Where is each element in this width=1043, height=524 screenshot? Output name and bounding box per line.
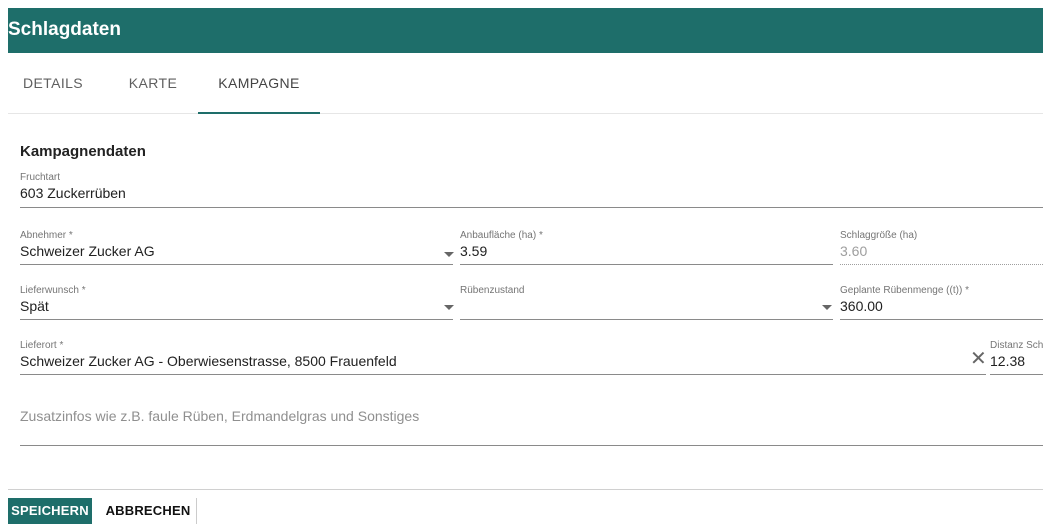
geplante-menge-value: 360.00 (840, 298, 883, 314)
app-header: Schlagdaten (8, 8, 1043, 53)
geplante-menge-input[interactable]: Geplante Rübenmenge ((t)) * 360.00 (840, 285, 1043, 320)
fruchtart-underline (20, 207, 1043, 208)
geplante-menge-label: Geplante Rübenmenge ((t)) * (840, 285, 969, 296)
cancel-button[interactable]: ABBRECHEN (100, 498, 197, 524)
zusatzinfos-placeholder: Zusatzinfos wie z.B. faule Rüben, Erdman… (20, 408, 420, 424)
tab-kampagne[interactable]: KAMPAGNE (198, 53, 320, 114)
abnehmer-dropdown-arrow-icon[interactable] (444, 252, 454, 257)
distanz-underline (990, 374, 1043, 375)
anbauflaeche-label: Anbaufläche (ha) * (460, 230, 543, 241)
distanz-label: Distanz Sch (990, 340, 1043, 351)
anbauflaeche-underline (460, 264, 833, 265)
tab-details[interactable]: DETAILS (21, 53, 85, 113)
schlaggroesse-field: Schlaggröße (ha) 3.60 (840, 230, 1043, 265)
tab-bar: DETAILS KARTE KAMPAGNE (8, 53, 1043, 114)
lieferort-underline (20, 374, 986, 375)
schlaggroesse-value: 3.60 (840, 243, 868, 259)
clear-lieferort-icon[interactable]: ✕ (970, 349, 987, 369)
lieferwunsch-underline (20, 319, 453, 320)
fruchtart-label: Fruchtart (20, 172, 61, 183)
page-title: Schlagdaten (8, 19, 121, 40)
lieferwunsch-dropdown-arrow-icon[interactable] (444, 305, 454, 310)
save-button[interactable]: SPEICHERN (8, 498, 92, 524)
tab-karte[interactable]: KARTE (128, 53, 178, 113)
distanz-field[interactable]: Distanz Sch 12.38 (990, 340, 1043, 375)
lieferort-label: Lieferort * (20, 340, 64, 351)
zusatzinfos-underline (20, 445, 1043, 446)
lieferort-input[interactable]: Lieferort * Schweizer Zucker AG - Oberwi… (20, 340, 986, 375)
section-title: Kampagnendaten (20, 143, 146, 160)
geplante-menge-underline (840, 319, 1043, 320)
abnehmer-underline (20, 264, 453, 265)
schlaggroesse-label: Schlaggröße (ha) (840, 230, 918, 241)
ruebenzustand-underline (460, 319, 833, 320)
lieferort-value: Schweizer Zucker AG - Oberwiesenstrasse,… (20, 353, 397, 369)
ruebenzustand-select[interactable]: Rübenzustand (460, 285, 833, 320)
schlaggroesse-underline (840, 264, 1043, 265)
anbauflaeche-input[interactable]: Anbaufläche (ha) * 3.59 (460, 230, 833, 265)
fruchtart-value: 603 Zuckerrüben (20, 185, 126, 201)
lieferwunsch-select[interactable]: Lieferwunsch * Spät (20, 285, 453, 320)
footer-divider (8, 489, 1043, 490)
abnehmer-select[interactable]: Abnehmer * Schweizer Zucker AG (20, 230, 453, 265)
lieferwunsch-value: Spät (20, 298, 49, 314)
lieferwunsch-label: Lieferwunsch * (20, 285, 86, 296)
zusatzinfos-textarea[interactable]: Zusatzinfos wie z.B. faule Rüben, Erdman… (20, 400, 1043, 446)
anbauflaeche-value: 3.59 (460, 243, 488, 259)
fruchtart-field[interactable]: Fruchtart 603 Zuckerrüben (20, 172, 1043, 208)
abnehmer-value: Schweizer Zucker AG (20, 243, 155, 259)
ruebenzustand-dropdown-arrow-icon[interactable] (822, 305, 832, 310)
ruebenzustand-label: Rübenzustand (460, 285, 525, 296)
abnehmer-label: Abnehmer * (20, 230, 73, 241)
distanz-value: 12.38 (990, 353, 1026, 369)
